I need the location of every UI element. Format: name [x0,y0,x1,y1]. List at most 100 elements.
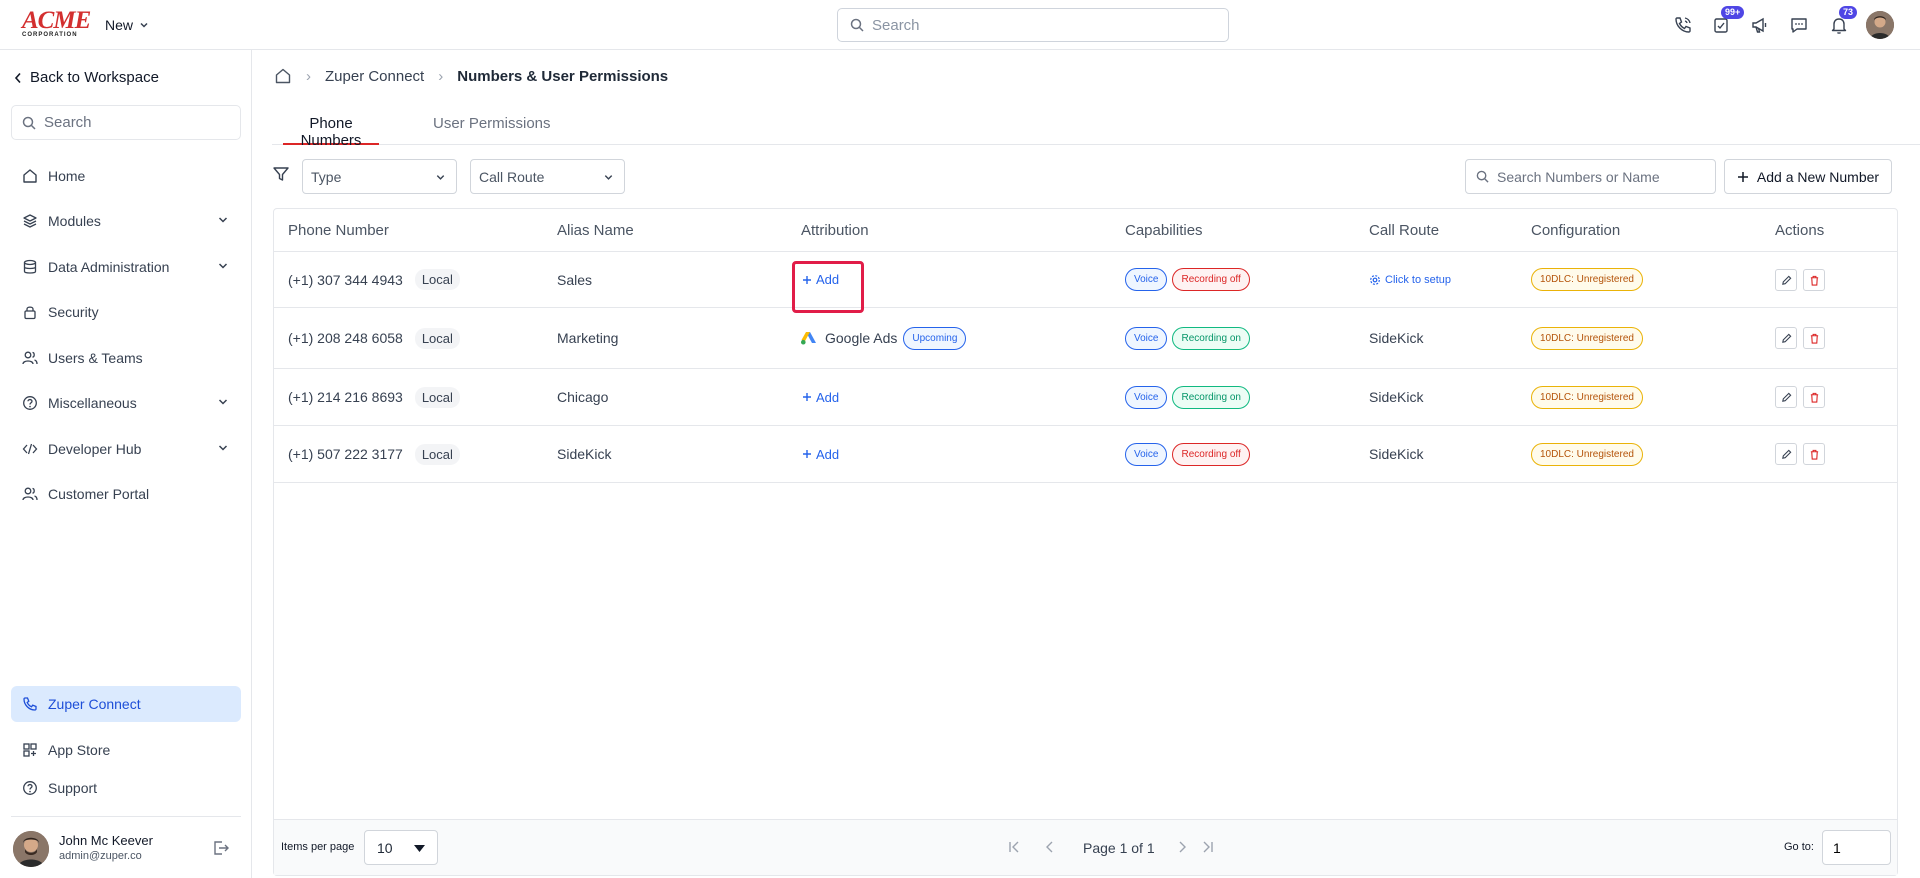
tasks-icon[interactable]: 99+ [1709,6,1745,37]
user-avatar[interactable] [1866,11,1894,39]
10dlc-status-badge: 10DLC: Unregistered [1531,326,1643,350]
sidebar-item-security[interactable]: Security [11,294,241,330]
add-new-number-button[interactable]: Add a New Number [1724,159,1892,194]
sidebar-item-home[interactable]: Home [11,158,241,194]
configuration-cell: 10DLC: Unregistered [1531,252,1648,307]
alias-name: Sales [557,271,593,288]
back-to-workspace-link[interactable]: Back to Workspace [14,69,159,86]
type-select[interactable]: Type [302,159,457,194]
voice-badge: Voice [1125,268,1168,291]
call-route-select-value: Call Route [479,168,545,185]
goto-page-input[interactable] [1822,830,1891,865]
capabilities-cell: Voice Recording off [1125,426,1255,482]
breadcrumb-zuper-connect[interactable]: Zuper Connect [325,68,424,85]
home-icon[interactable] [274,67,292,85]
sidebar-item-data-administration[interactable]: Data Administration [11,249,241,285]
sidebar: Back to Workspace Home Modules Data Admi… [0,50,252,878]
sidebar-item-developer-hub[interactable]: Developer Hub [11,431,241,467]
add-attribution-button[interactable]: Add [792,261,864,313]
phone-number: (+1) 208 248 6058 [288,330,403,346]
phone-number: (+1) 307 344 4943 [288,271,403,288]
tab-user-permissions[interactable]: User Permissions [433,115,551,145]
sidebar-item-label: Data Administration [48,259,170,275]
plus-icon [1737,171,1748,182]
attribution-cell: Add [792,252,864,313]
next-page-icon[interactable] [1174,839,1190,855]
sidebar-item-customer-portal[interactable]: Customer Portal [11,476,241,512]
sidebar-item-zuper-connect[interactable]: Zuper Connect [11,686,241,722]
new-button[interactable]: New [105,14,149,36]
chat-icon[interactable] [1787,13,1811,37]
capabilities-cell: Voice Recording on [1125,369,1255,425]
add-attribution-link[interactable]: Add [802,272,839,287]
alias-name: SideKick [557,446,612,462]
delete-button[interactable] [1803,327,1825,349]
chevron-down-icon [604,175,613,180]
tasks-badge: 99+ [1721,6,1745,19]
edit-button[interactable] [1775,443,1797,465]
attribution-cell: Add [802,369,839,425]
add-attribution-button[interactable]: Add [802,447,839,462]
acme-logo[interactable]: ACME CORPORATION [22,8,91,38]
edit-button[interactable] [1775,269,1797,291]
logout-icon[interactable] [212,839,230,860]
global-search-input[interactable] [872,16,1202,34]
add-attribution-button[interactable]: Add [802,390,839,405]
numbers-search-input[interactable] [1497,168,1707,185]
chevron-down-icon [218,445,228,451]
sidebar-item-users-teams[interactable]: Users & Teams [11,340,241,376]
sidebar-item-modules[interactable]: Modules [11,203,241,239]
help-circle-icon [23,396,37,410]
plus-icon [803,450,811,458]
bell-icon[interactable]: 73 [1827,6,1858,37]
capabilities-cell: Voice Recording off [1125,252,1255,307]
tab-phone-numbers[interactable]: Phone Numbers [283,115,379,149]
tabs: Phone Numbers User Permissions [272,108,1920,149]
column-header-call-route: Call Route [1369,222,1440,239]
phone-cell: (+1) 507 222 3177 Local [288,426,460,482]
breadcrumb: › Zuper Connect › Numbers & User Permiss… [274,65,668,87]
sidebar-search[interactable] [11,105,241,140]
sidebar-search-input[interactable] [44,114,224,131]
megaphone-icon[interactable] [1748,13,1772,37]
phone-call-icon[interactable] [1671,13,1695,37]
last-page-icon[interactable] [1199,839,1215,855]
pencil-icon [1781,333,1791,343]
trash-icon [1810,333,1818,344]
sidebar-item-miscellaneous[interactable]: Miscellaneous [11,385,241,421]
sidebar-item-app-store[interactable]: App Store [11,732,241,768]
recording-badge: Recording on [1172,326,1250,350]
breadcrumb-current: Numbers & User Permissions [457,67,669,85]
delete-button[interactable] [1803,269,1825,291]
sidebar-item-label: Support [48,780,98,796]
10dlc-status-badge: 10DLC: Unregistered [1531,385,1643,409]
global-search[interactable] [837,8,1229,42]
user-profile[interactable]: John Mc Keever admin@zuper.co [13,828,243,868]
click-to-setup-link[interactable]: Click to setup [1369,274,1451,286]
delete-button[interactable] [1803,443,1825,465]
caret-down-icon [414,845,425,852]
column-header-attribution: Attribution [801,222,869,239]
sidebar-item-label: Home [48,168,86,184]
first-page-icon[interactable] [1007,839,1023,855]
configuration-cell: 10DLC: Unregistered [1531,369,1648,425]
chevron-down-icon [218,217,228,223]
sidebar-item-support[interactable]: Support [11,770,241,806]
trash-icon [1810,392,1818,403]
call-route-value: SideKick [1369,389,1424,405]
sidebar-item-label: Users & Teams [48,350,143,366]
edit-button[interactable] [1775,386,1797,408]
edit-button[interactable] [1775,327,1797,349]
delete-button[interactable] [1803,386,1825,408]
call-route-value: SideKick [1369,330,1424,346]
numbers-search[interactable] [1465,159,1716,194]
chevron-down-icon [436,175,445,180]
items-per-page-select[interactable]: 10 [364,830,438,865]
items-per-page-value: 10 [377,839,393,856]
user-name: John Mc Keever [59,833,153,848]
previous-page-icon[interactable] [1042,839,1058,855]
add-label: Add [816,446,840,462]
alias-name: Marketing [557,330,619,346]
call-route-select[interactable]: Call Route [470,159,625,194]
filter-icon[interactable] [272,165,290,186]
